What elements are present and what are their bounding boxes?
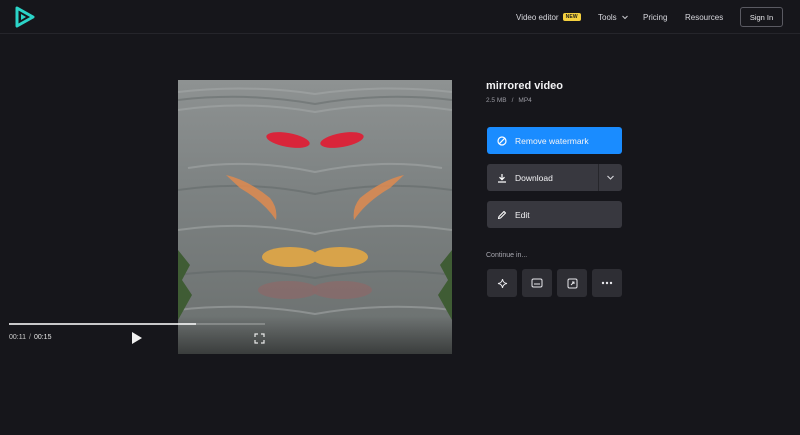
edit-label: Edit	[515, 209, 530, 220]
nav-tools[interactable]: Tools	[598, 0, 629, 34]
nav-resources-label: Resources	[685, 12, 724, 22]
logo-icon[interactable]	[14, 6, 36, 28]
continue-resize-button[interactable]	[557, 269, 587, 297]
video-controls-overlay	[178, 316, 452, 354]
video-title: mirrored video	[486, 80, 564, 92]
download-label: Download	[515, 172, 553, 183]
sparkle-icon	[497, 278, 507, 288]
meta-separator: /	[511, 97, 514, 104]
edit-button[interactable]: Edit	[487, 201, 622, 228]
file-format: MP4	[518, 97, 532, 104]
continue-more-button[interactable]	[592, 269, 622, 297]
file-size: 2.5 MB	[486, 97, 507, 104]
nav-video-editor[interactable]: Video editor NEW	[516, 0, 581, 34]
current-time: 00:11	[9, 334, 26, 341]
continue-subtitles-button[interactable]	[522, 269, 552, 297]
subtitles-icon	[531, 278, 543, 288]
nav-pricing-label: Pricing	[643, 12, 668, 22]
video-player[interactable]	[178, 80, 452, 354]
download-button[interactable]: Download	[487, 164, 622, 191]
remove-watermark-button[interactable]: Remove watermark	[487, 127, 622, 154]
no-sign-icon	[497, 135, 507, 146]
fullscreen-icon[interactable]	[254, 333, 265, 344]
remove-watermark-label: Remove watermark	[515, 135, 589, 146]
file-meta: 2.5 MB / MP4	[486, 97, 532, 104]
video-progress-fill	[9, 323, 196, 325]
new-badge: NEW	[562, 13, 581, 21]
nav-pricing[interactable]: Pricing	[643, 0, 667, 34]
play-icon[interactable]	[131, 331, 143, 345]
download-options-button[interactable]	[598, 164, 622, 191]
pencil-icon	[497, 210, 507, 219]
continue-in-label: Continue in...	[486, 252, 528, 259]
more-icon	[601, 281, 613, 285]
video-progress-bar[interactable]	[9, 323, 265, 325]
chevron-down-icon	[607, 175, 614, 180]
nav-video-editor-label: Video editor	[516, 12, 559, 22]
chevron-down-icon	[621, 15, 628, 20]
nav-resources[interactable]: Resources	[685, 0, 723, 34]
continue-sparkle-button[interactable]	[487, 269, 517, 297]
duration: 00:15	[33, 334, 52, 341]
resize-icon	[567, 278, 577, 288]
download-icon	[498, 173, 506, 183]
top-navbar: Video editor NEW Tools Pricing Resources…	[0, 0, 800, 34]
sign-in-button[interactable]: Sign In	[740, 7, 783, 27]
nav-tools-label: Tools	[598, 12, 617, 22]
video-frame	[178, 80, 452, 354]
video-time: 00:11 / 00:15	[9, 334, 51, 341]
time-separator: /	[29, 334, 31, 341]
